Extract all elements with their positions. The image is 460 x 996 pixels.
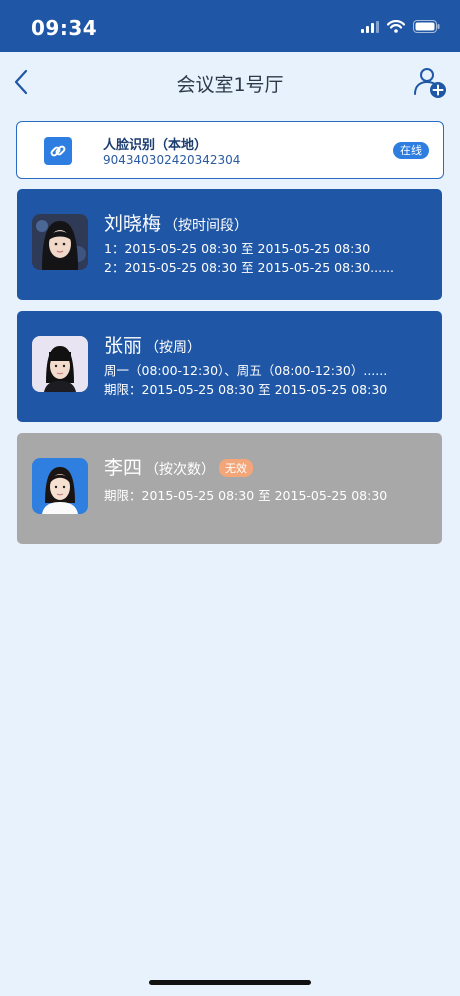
user-name-row: 张丽 （按周） — [104, 331, 201, 358]
user-card[interactable]: 张丽 （按周） 周一（08:00-12:30）、周五（08:00-12:30）.… — [17, 311, 442, 422]
nav-bar: 会议室1号厅 — [0, 52, 460, 112]
device-id: 904340302420342304 — [103, 153, 241, 167]
avatar — [32, 458, 88, 514]
avatar — [32, 214, 88, 270]
user-schedule-line: 期限：2015-05-25 08:30 至 2015-05-25 08:30 — [104, 382, 388, 397]
user-card[interactable]: 刘晓梅 （按时间段） 1：2015-05-25 08:30 至 2015-05-… — [17, 189, 442, 300]
user-schedule-line: 期限：2015-05-25 08:30 至 2015-05-25 08:30 — [104, 488, 388, 503]
user-name: 张丽 — [104, 335, 143, 357]
status-time: 09:34 — [31, 16, 98, 40]
user-name-row: 刘晓梅 （按时间段） — [104, 209, 248, 236]
device-name: 人脸识别（本地） — [103, 138, 208, 153]
user-name: 刘晓梅 — [104, 213, 162, 235]
add-user-button[interactable] — [412, 64, 448, 100]
user-name: 李四 — [104, 457, 143, 479]
avatar — [32, 336, 88, 392]
status-icons — [361, 20, 440, 33]
user-mode: （按周） — [145, 340, 202, 356]
user-mode: （按时间段） — [164, 218, 249, 234]
invalid-badge: 无效 — [219, 459, 254, 477]
page-title: 会议室1号厅 — [176, 74, 284, 96]
home-indicator[interactable] — [149, 980, 311, 985]
status-badge: 在线 — [393, 142, 429, 159]
user-card[interactable]: 李四 （按次数） 无效 期限：2015-05-25 08:30 至 2015-0… — [17, 433, 442, 544]
signal-icon — [361, 20, 379, 33]
add-user-icon — [414, 68, 446, 98]
user-name-row: 李四 （按次数） 无效 — [104, 453, 254, 480]
user-mode: （按次数） — [145, 462, 216, 478]
battery-icon — [413, 20, 440, 33]
device-card[interactable]: 人脸识别（本地） 904340302420342304 在线 — [16, 121, 444, 179]
user-schedule-line: 周一（08:00-12:30）、周五（08:00-12:30）...... — [104, 363, 388, 378]
user-schedule-line: 2：2015-05-25 08:30 至 2015-05-25 08:30...… — [104, 260, 395, 275]
link-icon — [44, 137, 72, 165]
wifi-icon — [387, 20, 405, 33]
status-bar: 09:34 — [0, 0, 460, 52]
user-schedule-line: 1：2015-05-25 08:30 至 2015-05-25 08:30 — [104, 241, 371, 256]
